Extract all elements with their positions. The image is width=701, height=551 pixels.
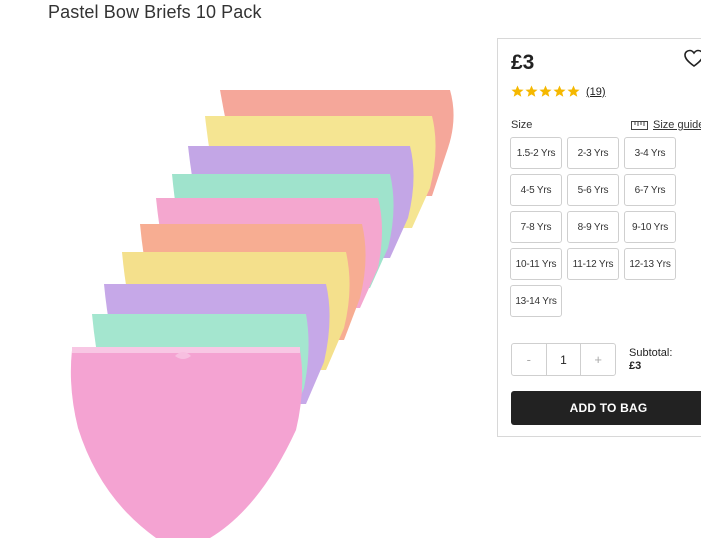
size-guide-label: Size guide [653, 119, 701, 131]
size-label: Size [511, 119, 533, 131]
star-rating [511, 85, 580, 98]
size-option[interactable]: 9-10 Yrs [624, 211, 676, 243]
ruler-icon [631, 120, 648, 130]
size-option[interactable]: 10-11 Yrs [510, 248, 562, 280]
size-option[interactable]: 11-12 Yrs [567, 248, 619, 280]
size-option[interactable]: 3-4 Yrs [624, 137, 676, 169]
size-option[interactable]: 1.5-2 Yrs [510, 137, 562, 169]
heart-icon[interactable] [684, 49, 701, 69]
subtotal: Subtotal: £3 [629, 347, 672, 373]
rating: (19) [511, 85, 606, 98]
price: £3 [511, 51, 535, 74]
add-to-bag-button[interactable]: ADD TO BAG [511, 391, 701, 425]
size-option[interactable]: 2-3 Yrs [567, 137, 619, 169]
reviews-link[interactable]: (19) [586, 86, 606, 98]
product-image [70, 90, 454, 538]
size-option[interactable]: 5-6 Yrs [567, 174, 619, 206]
subtotal-label: Subtotal: [629, 347, 673, 359]
size-guide-link[interactable]: Size guide [631, 119, 701, 131]
quantity-decrease-button[interactable]: - [512, 344, 546, 375]
size-option[interactable]: 8-9 Yrs [567, 211, 619, 243]
quantity-input[interactable]: 1 [545, 344, 582, 375]
size-option[interactable]: 7-8 Yrs [510, 211, 562, 243]
quantity-increase-button[interactable]: + [581, 344, 615, 375]
star-icon [511, 85, 524, 97]
product-title: Pastel Bow Briefs 10 Pack [48, 2, 262, 22]
star-icon [567, 85, 580, 97]
star-icon [539, 85, 552, 97]
size-option[interactable]: 4-5 Yrs [510, 174, 562, 206]
purchase-panel: £3 (19) Size Size guide 1.5-2 Yrs 2-3 Yr… [497, 38, 701, 437]
size-option[interactable]: 6-7 Yrs [624, 174, 676, 206]
subtotal-amount: £3 [629, 360, 642, 372]
briefs-stack [70, 90, 454, 538]
size-option[interactable]: 13-14 Yrs [510, 285, 562, 317]
size-option[interactable]: 12-13 Yrs [624, 248, 676, 280]
star-icon [553, 85, 566, 97]
quantity-stepper: - 1 + [511, 343, 616, 376]
star-icon [525, 85, 538, 97]
